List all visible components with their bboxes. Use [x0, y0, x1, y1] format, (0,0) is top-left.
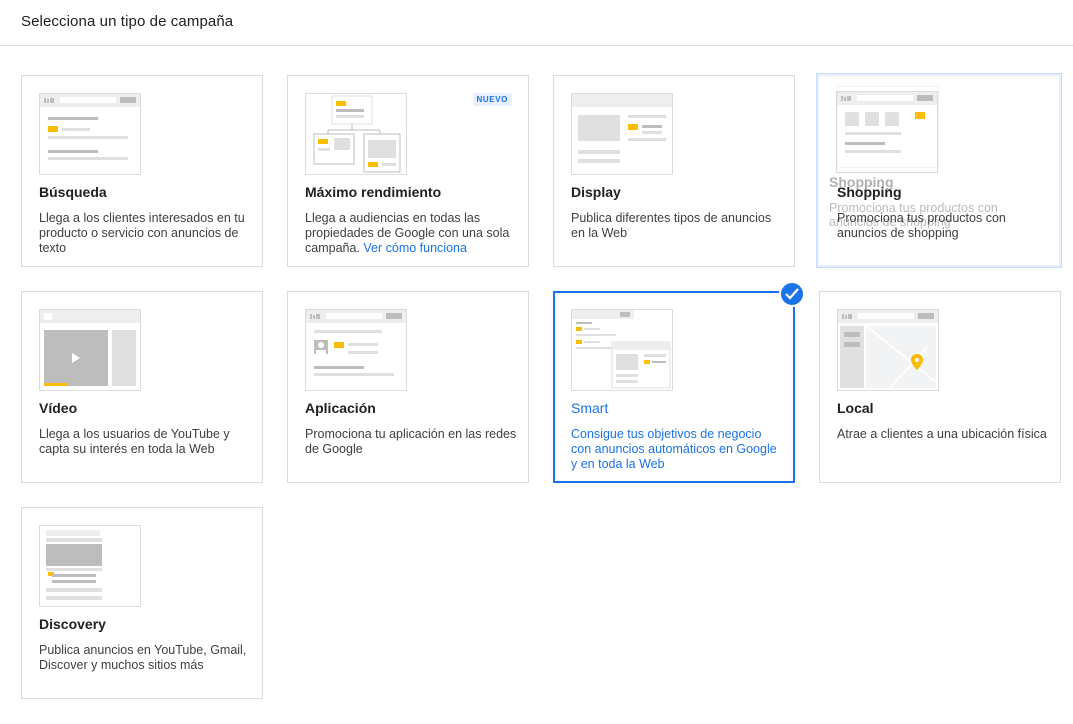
card-title: Aplicación [305, 400, 376, 416]
campaign-card-maximo-rendimiento[interactable]: NUEVO Máximo rendimiento Llega a audienc… [287, 75, 529, 267]
card-description: Publica anuncios en YouTube, Gmail, Disc… [39, 643, 247, 672]
card-title: Smart [571, 400, 609, 416]
page-title: Selecciona un tipo de campaña [21, 13, 234, 30]
campaign-card-discovery[interactable]: Discovery Publica anuncios en YouTube, G… [21, 507, 263, 699]
card-description: Llega a audiencias en todas las propieda… [305, 211, 517, 256]
card-description: Promociona tu aplicación en las redes de… [305, 427, 517, 456]
campaign-card-smart[interactable]: Smart Consigue tus objetivos de negocio … [553, 281, 805, 483]
shopping-campaign-illustration [836, 91, 938, 173]
card-title: Local [837, 400, 874, 416]
campaign-card-aplicacion[interactable]: Aplicación Promociona tu aplicación en l… [287, 291, 529, 483]
performance-max-illustration [305, 93, 407, 175]
card-description: Llega a los usuarios de YouTube y capta … [39, 427, 230, 456]
campaign-card-video[interactable]: Vídeo Llega a los usuarios de YouTube y … [21, 291, 263, 483]
campaign-card-display[interactable]: Display Publica diferentes tipos de anun… [553, 75, 795, 267]
app-campaign-illustration [305, 309, 407, 391]
card-title: Discovery [39, 616, 106, 632]
card-description: Publica diferentes tipos de anuncios en … [571, 211, 772, 240]
card-title: Búsqueda [39, 184, 107, 200]
selected-check-icon [779, 281, 805, 307]
see-how-it-works-link[interactable]: Ver cómo funciona [363, 241, 467, 255]
new-badge: NUEVO [472, 93, 512, 106]
card-title: Shopping [837, 184, 902, 200]
card-description: Llega a los clientes interesados en tu p… [39, 211, 245, 255]
campaign-card-shopping[interactable]: Shopping Promociona tus productos con an… [816, 73, 1062, 268]
card-description: Promociona tus productos con anuncios de… [837, 211, 1006, 240]
search-campaign-illustration [39, 93, 141, 175]
campaign-card-busqueda[interactable]: Búsqueda Llega a los clientes interesado… [21, 75, 263, 267]
local-campaign-illustration [837, 309, 939, 391]
video-campaign-illustration [39, 309, 141, 391]
smart-campaign-illustration [571, 309, 673, 391]
card-title: Vídeo [39, 400, 78, 416]
display-campaign-illustration [571, 93, 673, 175]
discovery-campaign-illustration [39, 525, 141, 607]
card-title: Máximo rendimiento [305, 184, 442, 200]
page-header: Selecciona un tipo de campaña [0, 0, 1073, 46]
card-title: Display [571, 184, 621, 200]
campaign-card-local[interactable]: Local Atrae a clientes a una ubicación f… [819, 291, 1061, 483]
card-description: Consigue tus objetivos de negocio con an… [571, 427, 777, 471]
card-description: Atrae a clientes a una ubicación física [837, 427, 1047, 441]
